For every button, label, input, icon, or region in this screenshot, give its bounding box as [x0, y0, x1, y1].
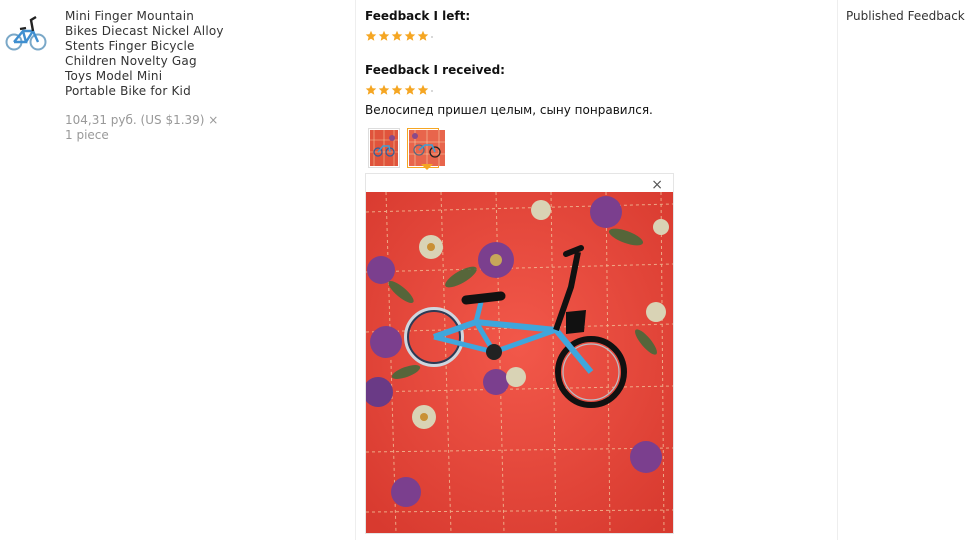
column-divider-right: [837, 0, 838, 540]
feedback-comment: Велосипед пришел целым, сыну понравился.: [365, 103, 653, 117]
feedback-received-label: Feedback I received:: [365, 63, 505, 77]
star-icon: [417, 84, 429, 95]
product-title-line: Stents Finger Bicycle: [65, 39, 195, 53]
product-title-line: Bikes Diecast Nickel Alloy: [65, 24, 224, 38]
photo-preview-panel: ×: [365, 173, 674, 534]
published-feedback-status: Published Feedback: [846, 9, 965, 23]
close-preview-icon[interactable]: ×: [651, 177, 663, 193]
quantity-line: 1 piece: [65, 128, 109, 142]
star-icon: [417, 30, 429, 41]
product-title-line: Mini Finger Mountain: [65, 9, 195, 23]
star-icon: [378, 84, 390, 95]
active-photo-caret: [421, 164, 433, 170]
star-icon: [365, 30, 377, 41]
product-title-line: Children Novelty Gag: [65, 54, 197, 68]
rating-dot: [431, 90, 433, 92]
star-icon: [365, 84, 377, 95]
star-icon: [404, 84, 416, 95]
rating-dot: [431, 36, 433, 38]
product-title-line: Toys Model Mini: [65, 69, 163, 83]
star-icon: [404, 30, 416, 41]
feedback-photo-thumb-1[interactable]: [368, 128, 400, 168]
product-title[interactable]: Mini Finger Mountain Bikes Diecast Nicke…: [65, 9, 230, 99]
feedback-photo-large[interactable]: [366, 192, 673, 533]
column-divider-left: [355, 0, 356, 540]
price-line: 104,31 руб. (US $1.39) ×: [65, 113, 219, 127]
feedback-left-label: Feedback I left:: [365, 9, 471, 23]
photo-thumbnail-image: [370, 130, 398, 166]
feedback-left-stars: [365, 30, 433, 42]
star-icon: [391, 84, 403, 95]
product-thumbnail[interactable]: [4, 12, 48, 56]
photo-thumbnail-image: [409, 130, 445, 166]
star-icon: [391, 30, 403, 41]
bicycle-icon: [5, 15, 47, 51]
product-price: 104,31 руб. (US $1.39) × 1 piece: [65, 113, 235, 143]
product-title-line: Portable Bike for Kid: [65, 84, 191, 98]
star-icon: [378, 30, 390, 41]
feedback-received-stars: [365, 84, 433, 96]
feedback-photo-thumb-2[interactable]: [407, 128, 445, 168]
